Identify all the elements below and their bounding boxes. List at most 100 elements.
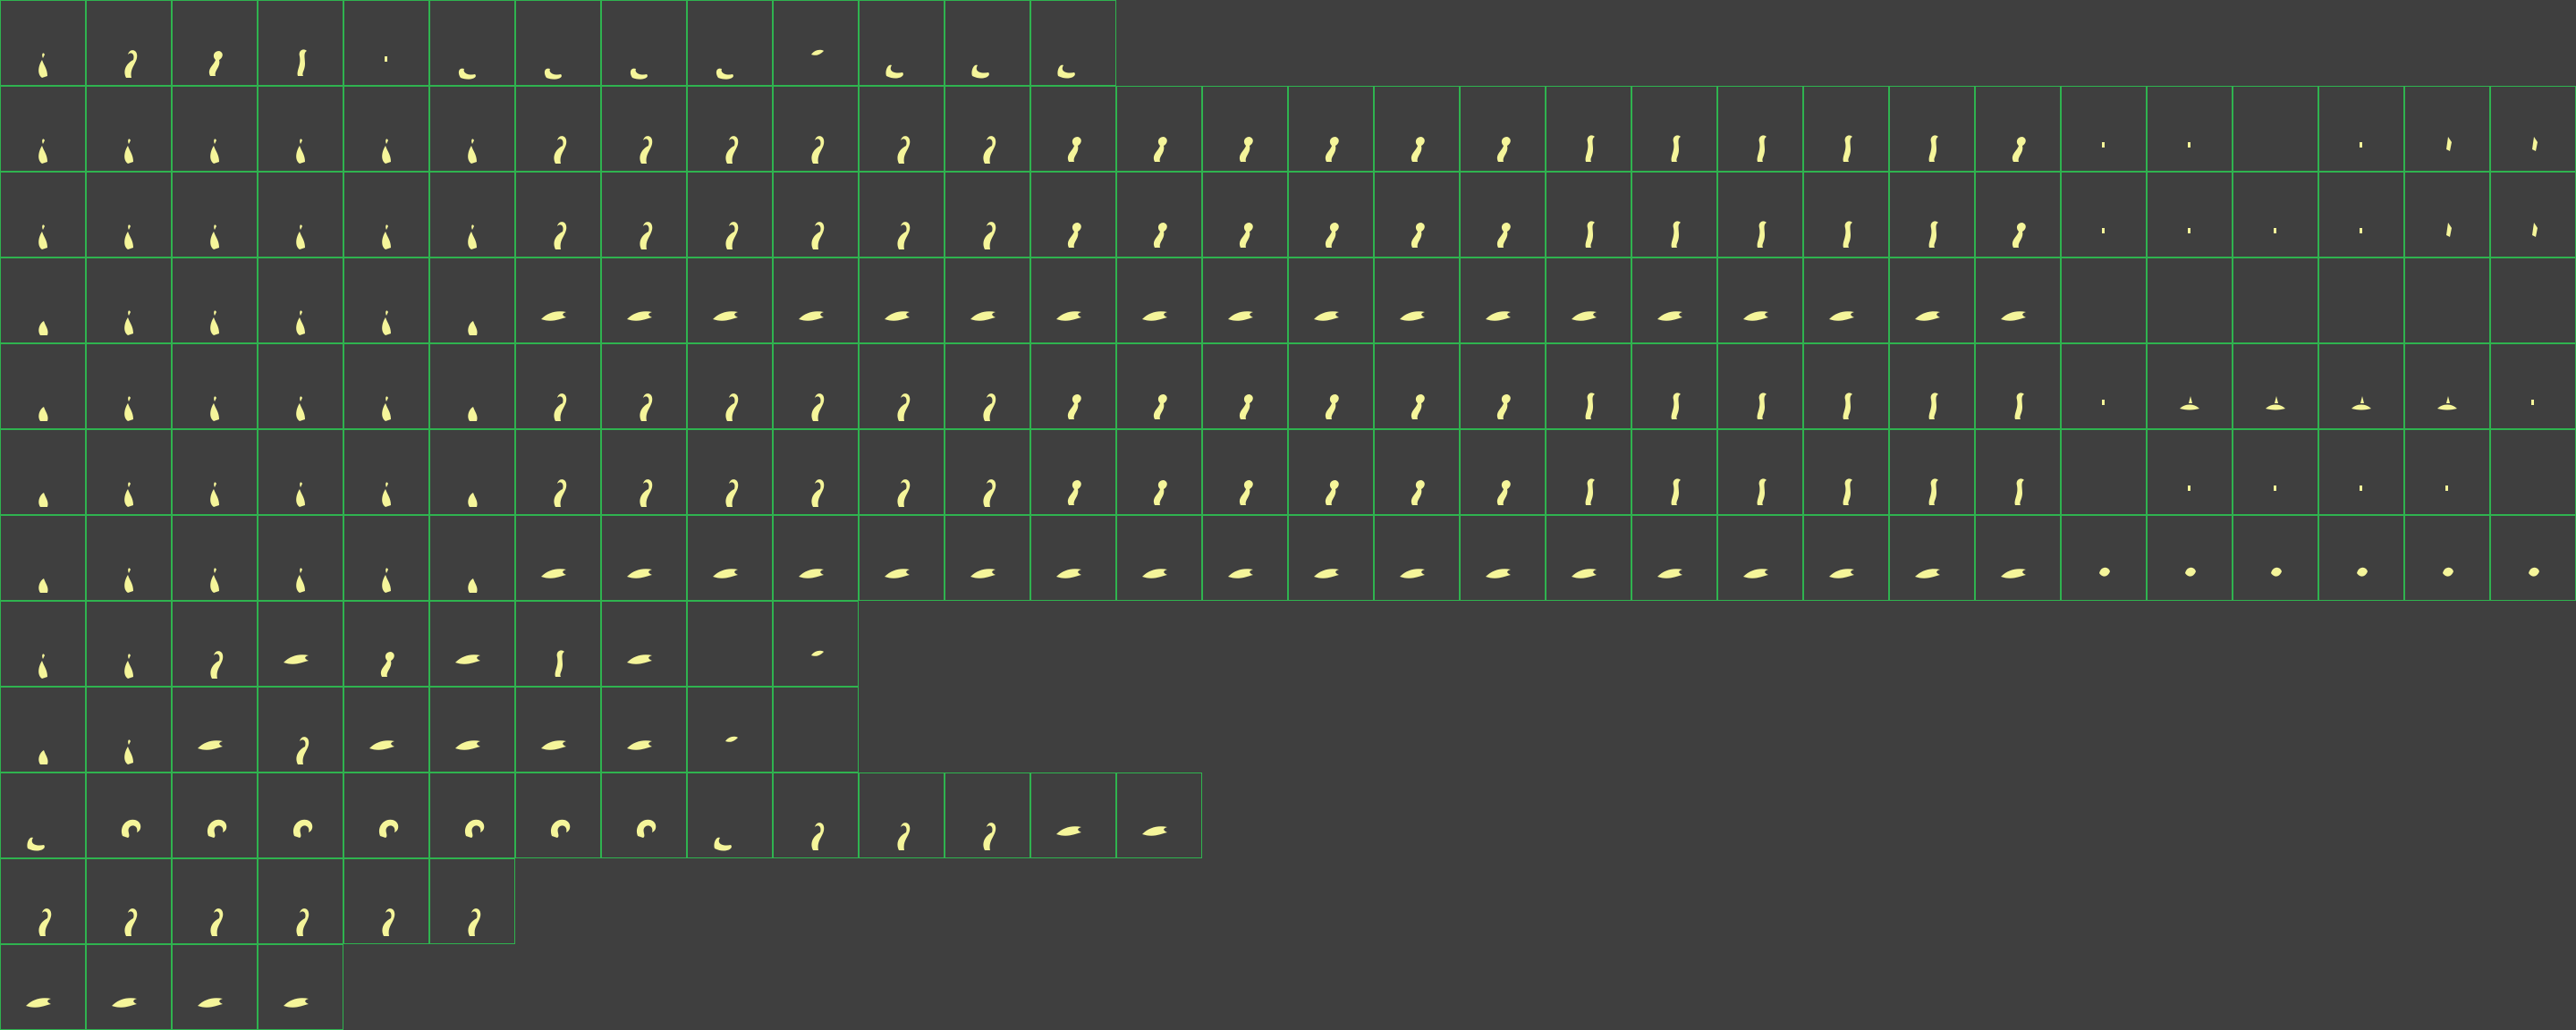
sprite-frame[interactable]	[429, 172, 515, 258]
sprite-frame[interactable]	[1030, 258, 1116, 343]
sprite-frame[interactable]	[258, 772, 343, 858]
sprite-frame[interactable]	[2318, 172, 2404, 258]
sprite-frame[interactable]	[859, 343, 945, 429]
sprite-frame[interactable]	[2233, 343, 2318, 429]
sprite-frame[interactable]	[515, 772, 601, 858]
sprite-frame[interactable]	[1030, 343, 1116, 429]
sprite-frame[interactable]	[429, 601, 515, 687]
sprite-frame[interactable]	[1889, 172, 1975, 258]
sprite-frame[interactable]	[2490, 172, 2576, 258]
sprite-frame[interactable]	[1460, 172, 1546, 258]
sprite-frame[interactable]	[0, 172, 86, 258]
sprite-frame[interactable]	[258, 86, 343, 172]
sprite-frame[interactable]	[1116, 258, 1202, 343]
sprite-frame[interactable]	[258, 858, 343, 944]
sprite-frame[interactable]	[1546, 429, 1631, 515]
sprite-frame[interactable]	[687, 258, 773, 343]
sprite-frame[interactable]	[1288, 429, 1374, 515]
sprite-frame[interactable]	[515, 0, 601, 86]
sprite-frame[interactable]	[1460, 258, 1546, 343]
sprite-frame[interactable]	[1546, 343, 1631, 429]
sprite-frame[interactable]	[429, 86, 515, 172]
sprite-frame[interactable]	[773, 258, 859, 343]
sprite-frame[interactable]	[172, 343, 258, 429]
sprite-frame[interactable]	[601, 86, 687, 172]
sprite-frame[interactable]	[1889, 258, 1975, 343]
sprite-frame[interactable]	[86, 858, 172, 944]
sprite-frame[interactable]	[1631, 258, 1717, 343]
sprite-frame[interactable]	[1631, 172, 1717, 258]
sprite-frame[interactable]	[343, 429, 429, 515]
sprite-frame[interactable]	[773, 86, 859, 172]
sprite-frame[interactable]	[1202, 86, 1288, 172]
sprite-frame[interactable]	[0, 258, 86, 343]
sprite-frame[interactable]	[1460, 429, 1546, 515]
sprite-frame[interactable]	[429, 687, 515, 772]
sprite-frame[interactable]	[1116, 343, 1202, 429]
sprite-frame[interactable]	[258, 687, 343, 772]
sprite-frame[interactable]	[2233, 515, 2318, 601]
sprite-frame[interactable]	[515, 258, 601, 343]
sprite-frame[interactable]	[86, 172, 172, 258]
sprite-frame[interactable]	[601, 772, 687, 858]
sprite-frame[interactable]	[0, 858, 86, 944]
sprite-frame[interactable]	[0, 343, 86, 429]
sprite-frame[interactable]	[1374, 515, 1460, 601]
sprite-frame[interactable]	[258, 343, 343, 429]
sprite-frame[interactable]	[2404, 86, 2490, 172]
sprite-frame[interactable]	[172, 258, 258, 343]
sprite-frame[interactable]	[1717, 258, 1803, 343]
sprite-frame[interactable]	[2318, 429, 2404, 515]
sprite-frame[interactable]	[0, 687, 86, 772]
sprite-frame[interactable]	[1803, 515, 1889, 601]
sprite-frame[interactable]	[1717, 515, 1803, 601]
sprite-frame[interactable]	[1803, 343, 1889, 429]
sprite-frame[interactable]	[859, 86, 945, 172]
sprite-frame[interactable]	[601, 0, 687, 86]
sprite-frame[interactable]	[343, 343, 429, 429]
sprite-frame[interactable]	[1803, 258, 1889, 343]
sprite-frame[interactable]	[2147, 258, 2233, 343]
sprite-frame[interactable]	[86, 944, 172, 1030]
sprite-frame[interactable]	[429, 515, 515, 601]
sprite-frame[interactable]	[2061, 172, 2147, 258]
sprite-frame[interactable]	[859, 0, 945, 86]
sprite-frame[interactable]	[2318, 515, 2404, 601]
sprite-frame[interactable]	[1374, 172, 1460, 258]
sprite-frame[interactable]	[515, 687, 601, 772]
sprite-frame[interactable]	[2404, 515, 2490, 601]
sprite-frame[interactable]	[773, 0, 859, 86]
sprite-frame[interactable]	[1288, 86, 1374, 172]
sprite-frame[interactable]	[0, 772, 86, 858]
sprite-frame[interactable]	[773, 772, 859, 858]
sprite-frame[interactable]	[258, 515, 343, 601]
sprite-frame[interactable]	[429, 0, 515, 86]
sprite-frame[interactable]	[687, 172, 773, 258]
sprite-frame[interactable]	[1546, 258, 1631, 343]
sprite-frame[interactable]	[1975, 515, 2061, 601]
sprite-frame[interactable]	[1030, 86, 1116, 172]
sprite-frame[interactable]	[86, 687, 172, 772]
sprite-frame[interactable]	[601, 515, 687, 601]
sprite-frame[interactable]	[429, 429, 515, 515]
sprite-frame[interactable]	[2404, 429, 2490, 515]
sprite-frame[interactable]	[343, 601, 429, 687]
sprite-frame[interactable]	[2061, 86, 2147, 172]
sprite-frame[interactable]	[1288, 258, 1374, 343]
sprite-frame[interactable]	[258, 172, 343, 258]
sprite-frame[interactable]	[1374, 86, 1460, 172]
sprite-frame[interactable]	[2061, 429, 2147, 515]
sprite-frame[interactable]	[601, 172, 687, 258]
sprite-frame[interactable]	[172, 772, 258, 858]
sprite-frame[interactable]	[945, 429, 1030, 515]
sprite-frame[interactable]	[1116, 429, 1202, 515]
sprite-frame[interactable]	[1374, 343, 1460, 429]
sprite-frame[interactable]	[343, 515, 429, 601]
sprite-frame[interactable]	[2147, 172, 2233, 258]
sprite-frame[interactable]	[1975, 86, 2061, 172]
sprite-frame[interactable]	[0, 944, 86, 1030]
sprite-frame[interactable]	[2233, 172, 2318, 258]
sprite-frame[interactable]	[2490, 515, 2576, 601]
sprite-frame[interactable]	[945, 772, 1030, 858]
sprite-frame[interactable]	[1889, 343, 1975, 429]
